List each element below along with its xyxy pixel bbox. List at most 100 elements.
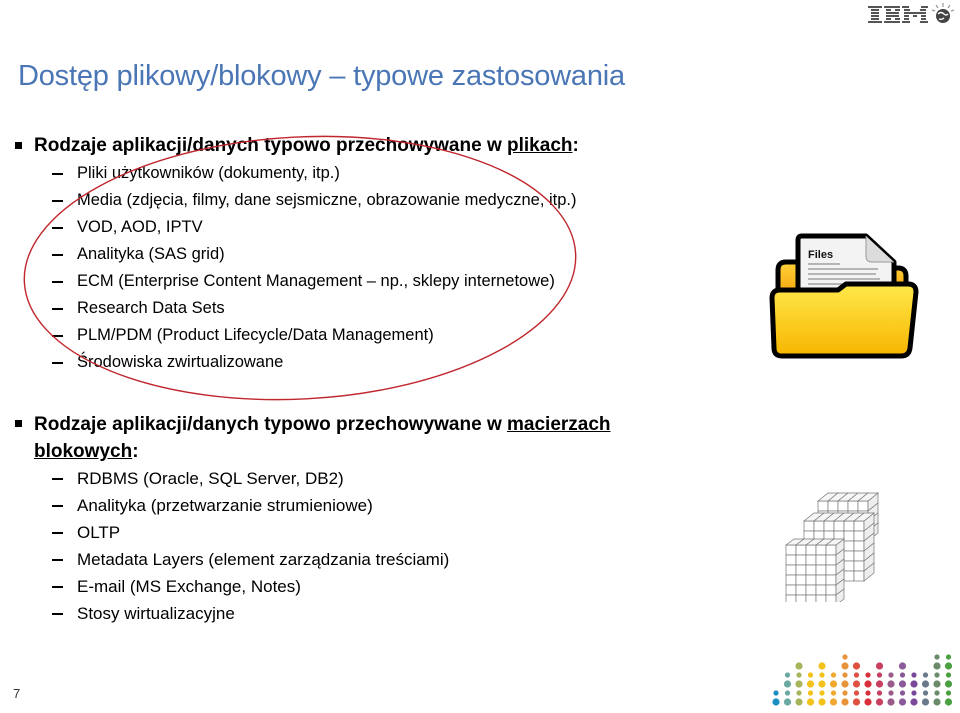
ibm-logo-icon [868,3,955,23]
cube-cell [843,570,855,582]
cube-cell [785,574,797,586]
dash-bullet-icon [52,505,63,507]
cube-cell [805,584,817,596]
decorative-dot [795,662,803,670]
cube-cell [815,564,827,576]
list-item: Analityka (przetwarzanie strumieniowe) [0,492,780,519]
decorative-dot [910,680,918,688]
square-bullet-icon [15,142,22,149]
decorative-dot [933,680,941,688]
decorative-dot [796,690,802,696]
decorative-dot [887,680,895,688]
list-item: Metadata Layers (element zarządzania tre… [0,546,780,573]
dash-bullet-icon [52,478,63,480]
decorative-dot [783,698,792,706]
item-text: Pliki użytkowników (dokumenty, itp.) [77,164,340,182]
decorative-dot [842,690,848,696]
dash-bullet-icon [52,532,63,534]
cube-cell [853,570,865,582]
list-item: Research Data Sets [0,295,780,322]
decorative-dot [852,680,861,688]
item-text: ECM (Enterprise Content Management – np.… [77,272,555,290]
decorative-dot [911,690,917,696]
decorative-dot [819,672,825,678]
decorative-dot [933,698,941,706]
decorative-dot [876,672,883,678]
cube-cell [825,564,837,576]
decorative-dot [944,698,953,706]
heading-underlined: plikach [507,135,573,156]
decorative-dot [842,654,848,660]
cube-cell [847,500,859,512]
dash-bullet-icon [52,308,63,310]
cube-cell [795,584,807,596]
decorative-dot [841,698,849,706]
files-label: Files [808,249,833,261]
dash-bullet-icon [52,559,63,561]
cube-cell [823,520,835,532]
item-text: Analityka (przetwarzanie strumieniowe) [77,496,373,515]
cube-cell [815,544,827,556]
decorative-dot [807,690,814,696]
decorative-dot [807,672,814,678]
cube-cell [815,584,827,596]
decorative-dot [829,698,838,706]
item-text: Stosy wirtualizacyjne [77,604,235,623]
item-text: OLTP [77,523,121,542]
globe-icon [931,3,955,23]
decorative-dot [934,690,940,696]
cube-cell [825,594,837,602]
square-bullet-icon [15,420,22,427]
heading-suffix: : [132,441,139,462]
list-item: Pliki użytkowników (dokumenty, itp.) [0,160,780,187]
cube-cell [795,564,807,576]
heading-suffix: : [572,135,579,156]
dash-bullet-icon [52,254,63,256]
decorative-dot [806,680,815,688]
cube-cell [853,540,865,552]
decorative-dot [887,698,895,706]
dash-bullet-icon [52,586,63,588]
decorative-dot [841,680,849,688]
cube-cell [853,520,865,532]
cube-cell [815,574,827,586]
cube-cell [825,584,837,596]
cube-cell [853,550,865,562]
heading-text: Rodzaje aplikacji/danych typowo przechow… [34,414,508,435]
cube-cell [815,594,827,602]
decorative-dot [933,662,941,670]
cube-cell [837,500,849,512]
item-text: E-mail (MS Exchange, Notes) [77,577,301,596]
dash-bullet-icon [52,281,63,283]
decorative-dot [783,680,792,688]
decorative-dot [921,698,930,706]
decorative-dot [876,690,883,696]
decorative-dot [922,672,929,678]
cube-cell [827,500,839,512]
decorative-dot [830,672,837,678]
cube-cell [785,544,797,556]
cube-cell [795,574,807,586]
slide-title: Dostęp plikowy/blokowy – typowe zastosow… [18,60,625,92]
decorative-dot [772,698,780,706]
cube-cell [785,594,797,602]
decorative-dot [898,662,907,670]
cube-cell [843,560,855,572]
cube-cell [805,544,817,556]
list-item: Stosy wirtualizacyjne [0,600,780,627]
list-item: OLTP [0,519,780,546]
cube-cell [815,554,827,566]
section-heading: Rodzaje aplikacji/danych typowo przechow… [0,411,780,465]
cube-cell [805,594,817,602]
heading-underlined: blokowych [34,441,133,462]
decorative-dot [829,680,838,688]
decorative-dot [899,672,906,678]
item-text: Metadata Layers (element zarządzania tre… [77,550,450,569]
cube-cell [805,574,817,586]
decorative-dot [852,662,861,670]
cube-cell [833,520,845,532]
decorative-dot [852,698,861,706]
decorative-dot [875,680,884,688]
decorative-dot [853,690,860,696]
decorative-dot [945,690,952,696]
